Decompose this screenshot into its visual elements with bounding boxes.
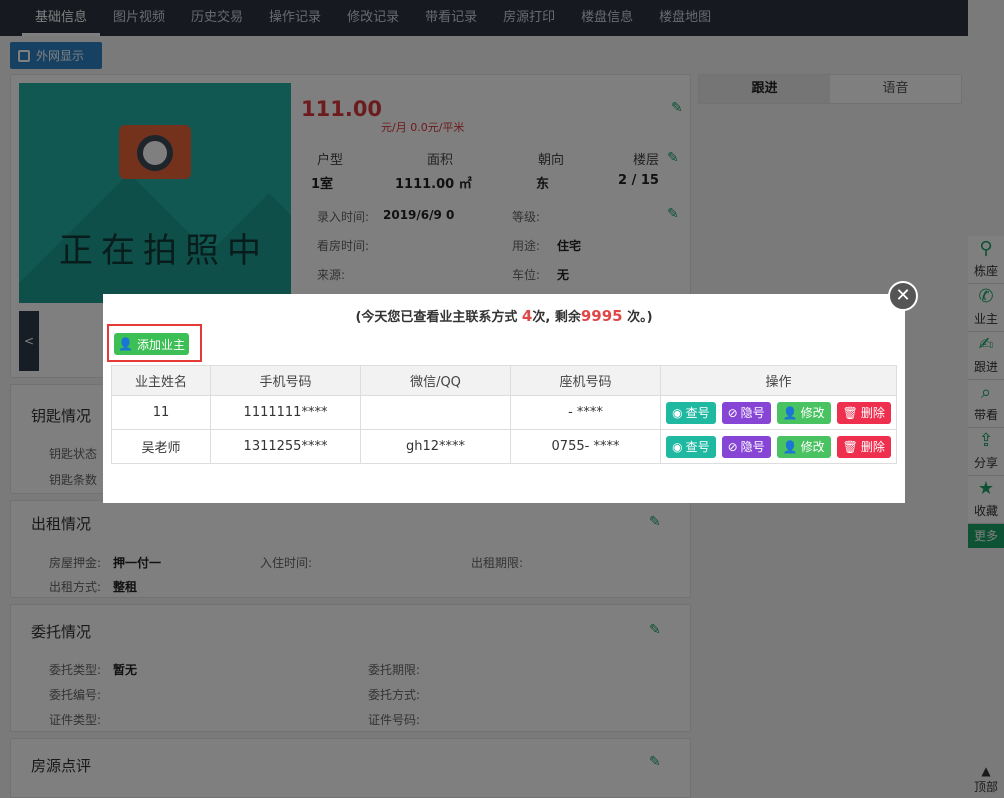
hide-number-button[interactable]: ⊘ 隐号	[721, 401, 771, 424]
wechat-cell: gh12****	[360, 429, 511, 464]
user-edit-icon: 👤	[782, 439, 798, 454]
col-wechat-qq: 微信/QQ	[360, 365, 511, 396]
delete-owner-button[interactable]: 🗑 删除	[836, 435, 891, 458]
col-actions: 操作	[660, 365, 897, 396]
actions-cell: ◉ 查号 ⊘ 隐号 👤 修改 🗑 删除	[660, 395, 897, 430]
eye-slash-icon: ⊘	[727, 405, 738, 420]
viewed-count: 4	[521, 307, 533, 325]
owner-name-cell: 吴老师	[111, 429, 211, 464]
wechat-cell	[360, 395, 511, 430]
delete-owner-button[interactable]: 🗑 删除	[836, 401, 891, 424]
landline-cell: 0755- ****	[510, 429, 661, 464]
eye-slash-icon: ⊘	[727, 439, 738, 454]
col-landline: 座机号码	[510, 365, 661, 396]
user-edit-icon: 👤	[782, 405, 798, 420]
remaining-count: 9995	[580, 307, 623, 325]
actions-cell: ◉ 查号 ⊘ 隐号 👤 修改 🗑 删除	[660, 429, 897, 464]
mobile-cell: 1311255****	[210, 429, 361, 464]
edit-owner-button[interactable]: 👤 修改	[776, 435, 831, 458]
eye-icon: ◉	[672, 439, 683, 454]
table-row: 11 1111111**** - **** ◉ 查号 ⊘ 隐号 👤 修改 🗑 删除	[111, 395, 897, 430]
eye-icon: ◉	[672, 405, 683, 420]
trash-icon: 🗑	[842, 439, 858, 454]
mobile-cell: 1111111****	[210, 395, 361, 430]
view-number-button[interactable]: ◉ 查号	[666, 401, 716, 424]
table-header-row: 业主姓名 手机号码 微信/QQ 座机号码 操作	[111, 365, 897, 396]
table-row: 吴老师 1311255**** gh12**** 0755- **** ◉ 查号 …	[111, 429, 897, 464]
trash-icon: 🗑	[842, 405, 858, 420]
add-owner-highlight: 👤 添加业主	[107, 324, 202, 362]
owner-name-cell: 11	[111, 395, 211, 430]
col-mobile: 手机号码	[210, 365, 361, 396]
col-owner-name: 业主姓名	[111, 365, 211, 396]
view-number-button[interactable]: ◉ 查号	[666, 435, 716, 458]
view-quota-notice: (今天您已查看业主联系方式 4次, 剩余9995 次。)	[355, 307, 653, 325]
owner-table: 业主姓名 手机号码 微信/QQ 座机号码 操作 11 1111111**** -…	[111, 365, 897, 464]
add-owner-button[interactable]: 👤 添加业主	[114, 333, 189, 355]
owner-contact-modal: (今天您已查看业主联系方式 4次, 剩余9995 次。) 👤 添加业主 业主姓名…	[103, 294, 905, 503]
hide-number-button[interactable]: ⊘ 隐号	[721, 435, 771, 458]
close-icon[interactable]: ✕	[888, 281, 918, 311]
edit-owner-button[interactable]: 👤 修改	[776, 401, 831, 424]
landline-cell: - ****	[510, 395, 661, 430]
add-user-icon: 👤	[118, 337, 133, 351]
